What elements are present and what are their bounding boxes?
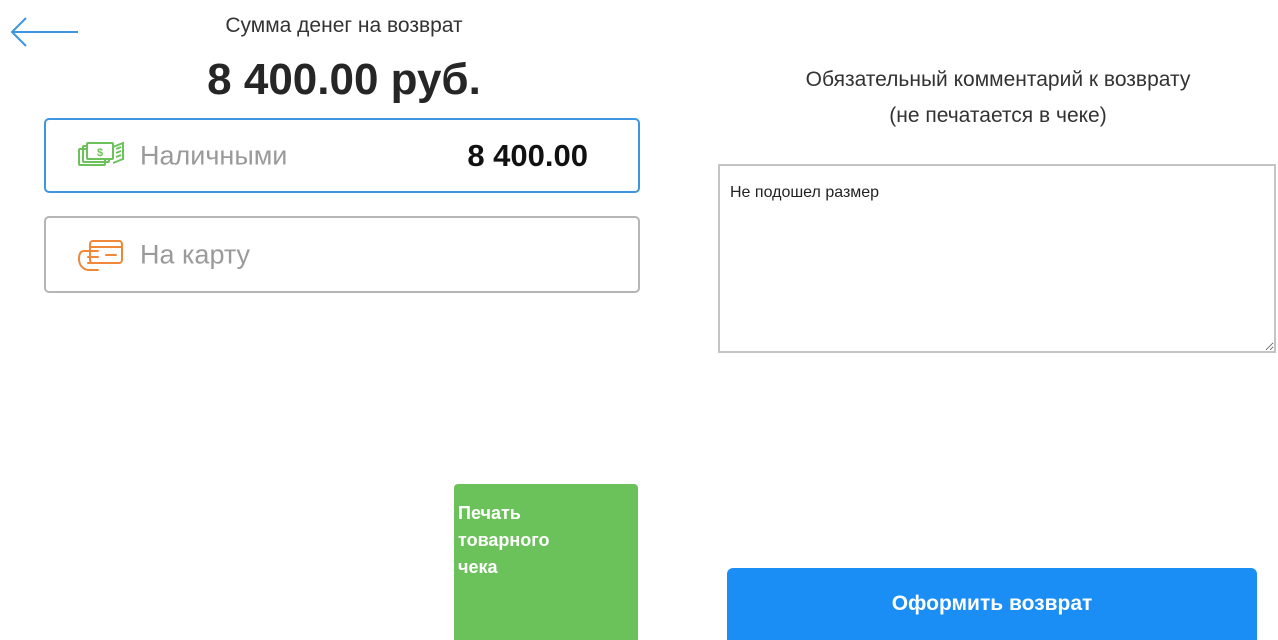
refund-comment-textarea[interactable]: Не подошел размер: [718, 164, 1276, 353]
print-button-label-line2: товарного: [458, 530, 550, 550]
comment-subtitle-line: (не печатается в чеке): [889, 104, 1107, 127]
refund-amount-caption: Сумма денег на возврат: [225, 14, 463, 37]
comment-title-line: Обязательный комментарий к возврату: [805, 68, 1191, 91]
payment-option-card-label: На карту: [140, 239, 251, 269]
svg-text:$: $: [97, 147, 103, 159]
print-sales-receipt-button[interactable]: Печать товарного чека: [454, 484, 638, 640]
payment-option-cash-label: Наличными: [140, 140, 288, 170]
comment-title: Обязательный комментарий к возврату (не …: [718, 62, 1278, 134]
refund-page: Сумма денег на возврат 8 400.00 руб. $ Н…: [0, 0, 1278, 640]
payment-option-card[interactable]: На карту: [44, 216, 640, 293]
payment-option-cash-amount: 8 400.00: [467, 137, 588, 173]
submit-refund-button[interactable]: Оформить возврат: [727, 568, 1257, 640]
card-icon: [76, 237, 126, 273]
cash-icon: $: [76, 141, 126, 171]
payment-option-cash[interactable]: $ Наличными 8 400.00: [44, 118, 640, 193]
print-button-label-line3: чека: [458, 557, 498, 577]
refund-amount-total: 8 400.00 руб.: [207, 55, 481, 104]
print-button-label-line1: Печать: [458, 503, 521, 523]
